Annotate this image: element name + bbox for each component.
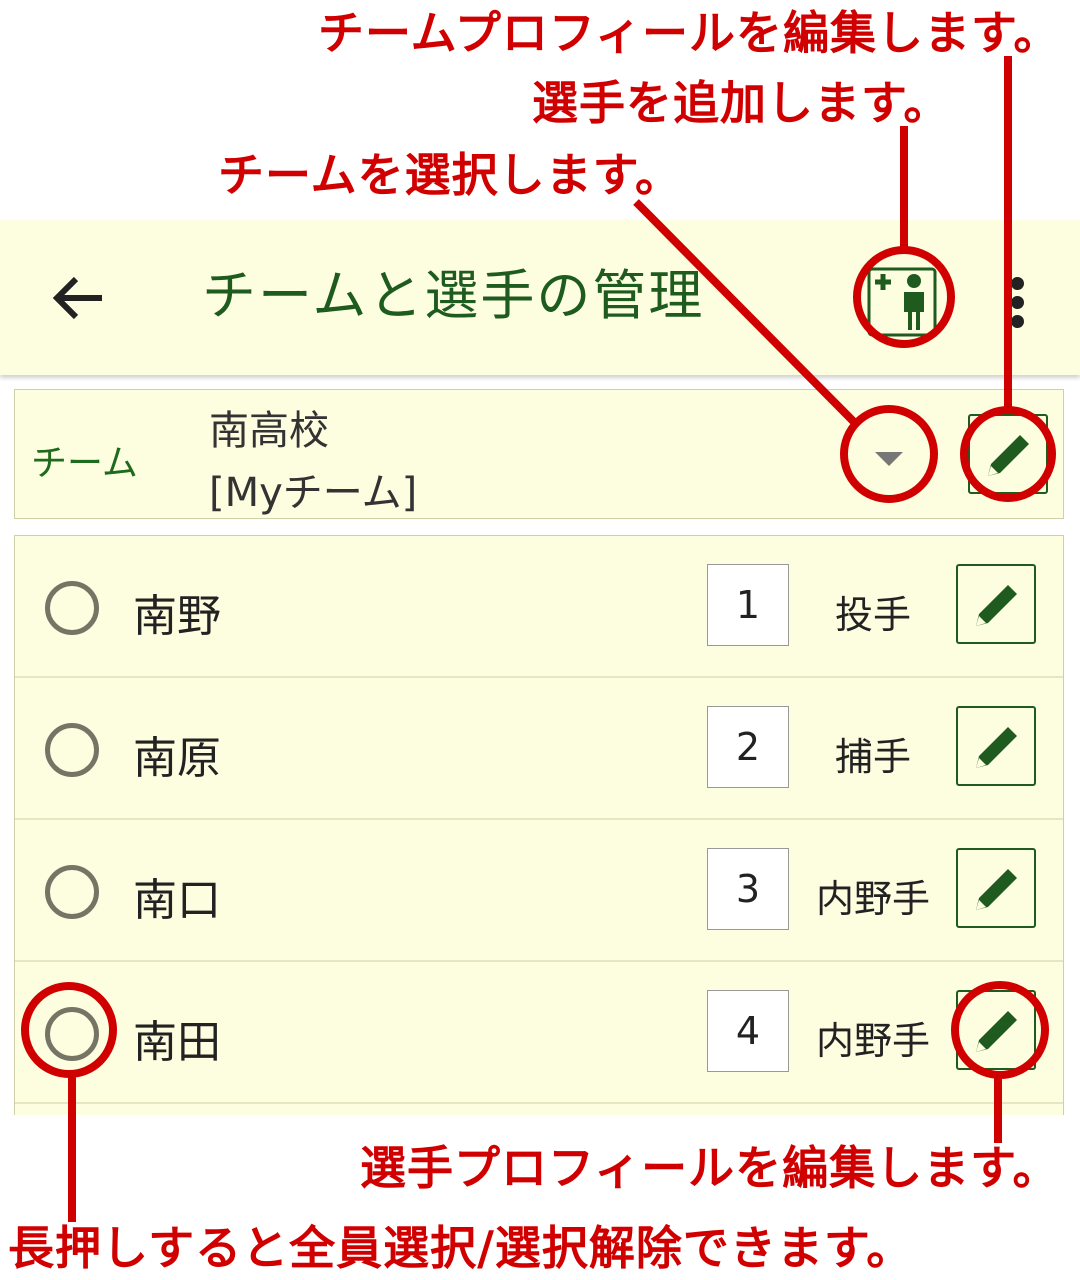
player-position: 内野手 <box>815 877 930 921</box>
player-name: 南口 <box>133 875 221 926</box>
player-list: 南野 1 投手 南原 2 捕手 南口 3 内野手 南田 4 内野手 <box>14 535 1064 1115</box>
edit-player-button[interactable] <box>956 848 1036 928</box>
player-row[interactable]: 南原 2 捕手 <box>15 678 1063 820</box>
select-radio[interactable] <box>45 581 99 635</box>
edit-player-button[interactable] <box>956 706 1036 786</box>
select-radio[interactable] <box>45 1007 99 1061</box>
team-name-line2: [Myチーム] <box>209 470 418 516</box>
player-row[interactable]: 南田 4 内野手 <box>15 962 1063 1104</box>
player-position: 捕手 <box>834 735 911 779</box>
player-number: 1 <box>707 564 789 646</box>
app-bar: チームと選手の管理 <box>0 220 1080 375</box>
player-position: 内野手 <box>815 1019 930 1063</box>
player-position: 投手 <box>834 593 911 637</box>
player-name: 南田 <box>133 1017 221 1068</box>
pencil-icon <box>976 869 1017 910</box>
callout-edit-team-profile: チームプロフィールを編集します。 <box>318 6 1061 60</box>
callout-edit-player-profile: 選手プロフィールを編集します。 <box>360 1141 1060 1195</box>
pencil-icon <box>988 435 1029 476</box>
more-vert-icon[interactable] <box>1002 274 1032 330</box>
callout-select-team: チームを選択します。 <box>218 148 683 202</box>
pencil-icon <box>976 1011 1017 1052</box>
team-name-line1: 南高校 <box>209 408 329 454</box>
select-radio[interactable] <box>45 865 99 919</box>
player-number: 4 <box>707 990 789 1072</box>
callout-add-player: 選手を追加します。 <box>532 76 951 130</box>
player-number: 3 <box>707 848 789 930</box>
edit-player-button[interactable] <box>956 564 1036 644</box>
select-radio[interactable] <box>45 723 99 777</box>
player-row[interactable]: 南口 3 内野手 <box>15 820 1063 962</box>
player-number: 2 <box>707 706 789 788</box>
team-selector-row: チーム 南高校 [Myチーム] <box>14 389 1064 519</box>
edit-player-button[interactable] <box>956 990 1036 1070</box>
player-row[interactable]: 南野 1 投手 <box>15 536 1063 678</box>
page-title: チームと選手の管理 <box>202 264 705 327</box>
player-name: 南原 <box>133 733 221 784</box>
arrow-left-icon[interactable] <box>52 276 104 320</box>
add-person-icon[interactable] <box>866 266 938 338</box>
pencil-icon <box>976 585 1017 626</box>
pencil-icon <box>976 727 1017 768</box>
team-label: チーム <box>31 443 138 484</box>
player-name: 南野 <box>133 591 221 642</box>
edit-team-button[interactable] <box>968 414 1048 494</box>
team-name[interactable]: 南高校 [Myチーム] <box>209 400 417 524</box>
dropdown-arrow-icon[interactable] <box>875 452 903 466</box>
callout-long-press: 長押しすると全員選択/選択解除できます。 <box>8 1221 914 1275</box>
